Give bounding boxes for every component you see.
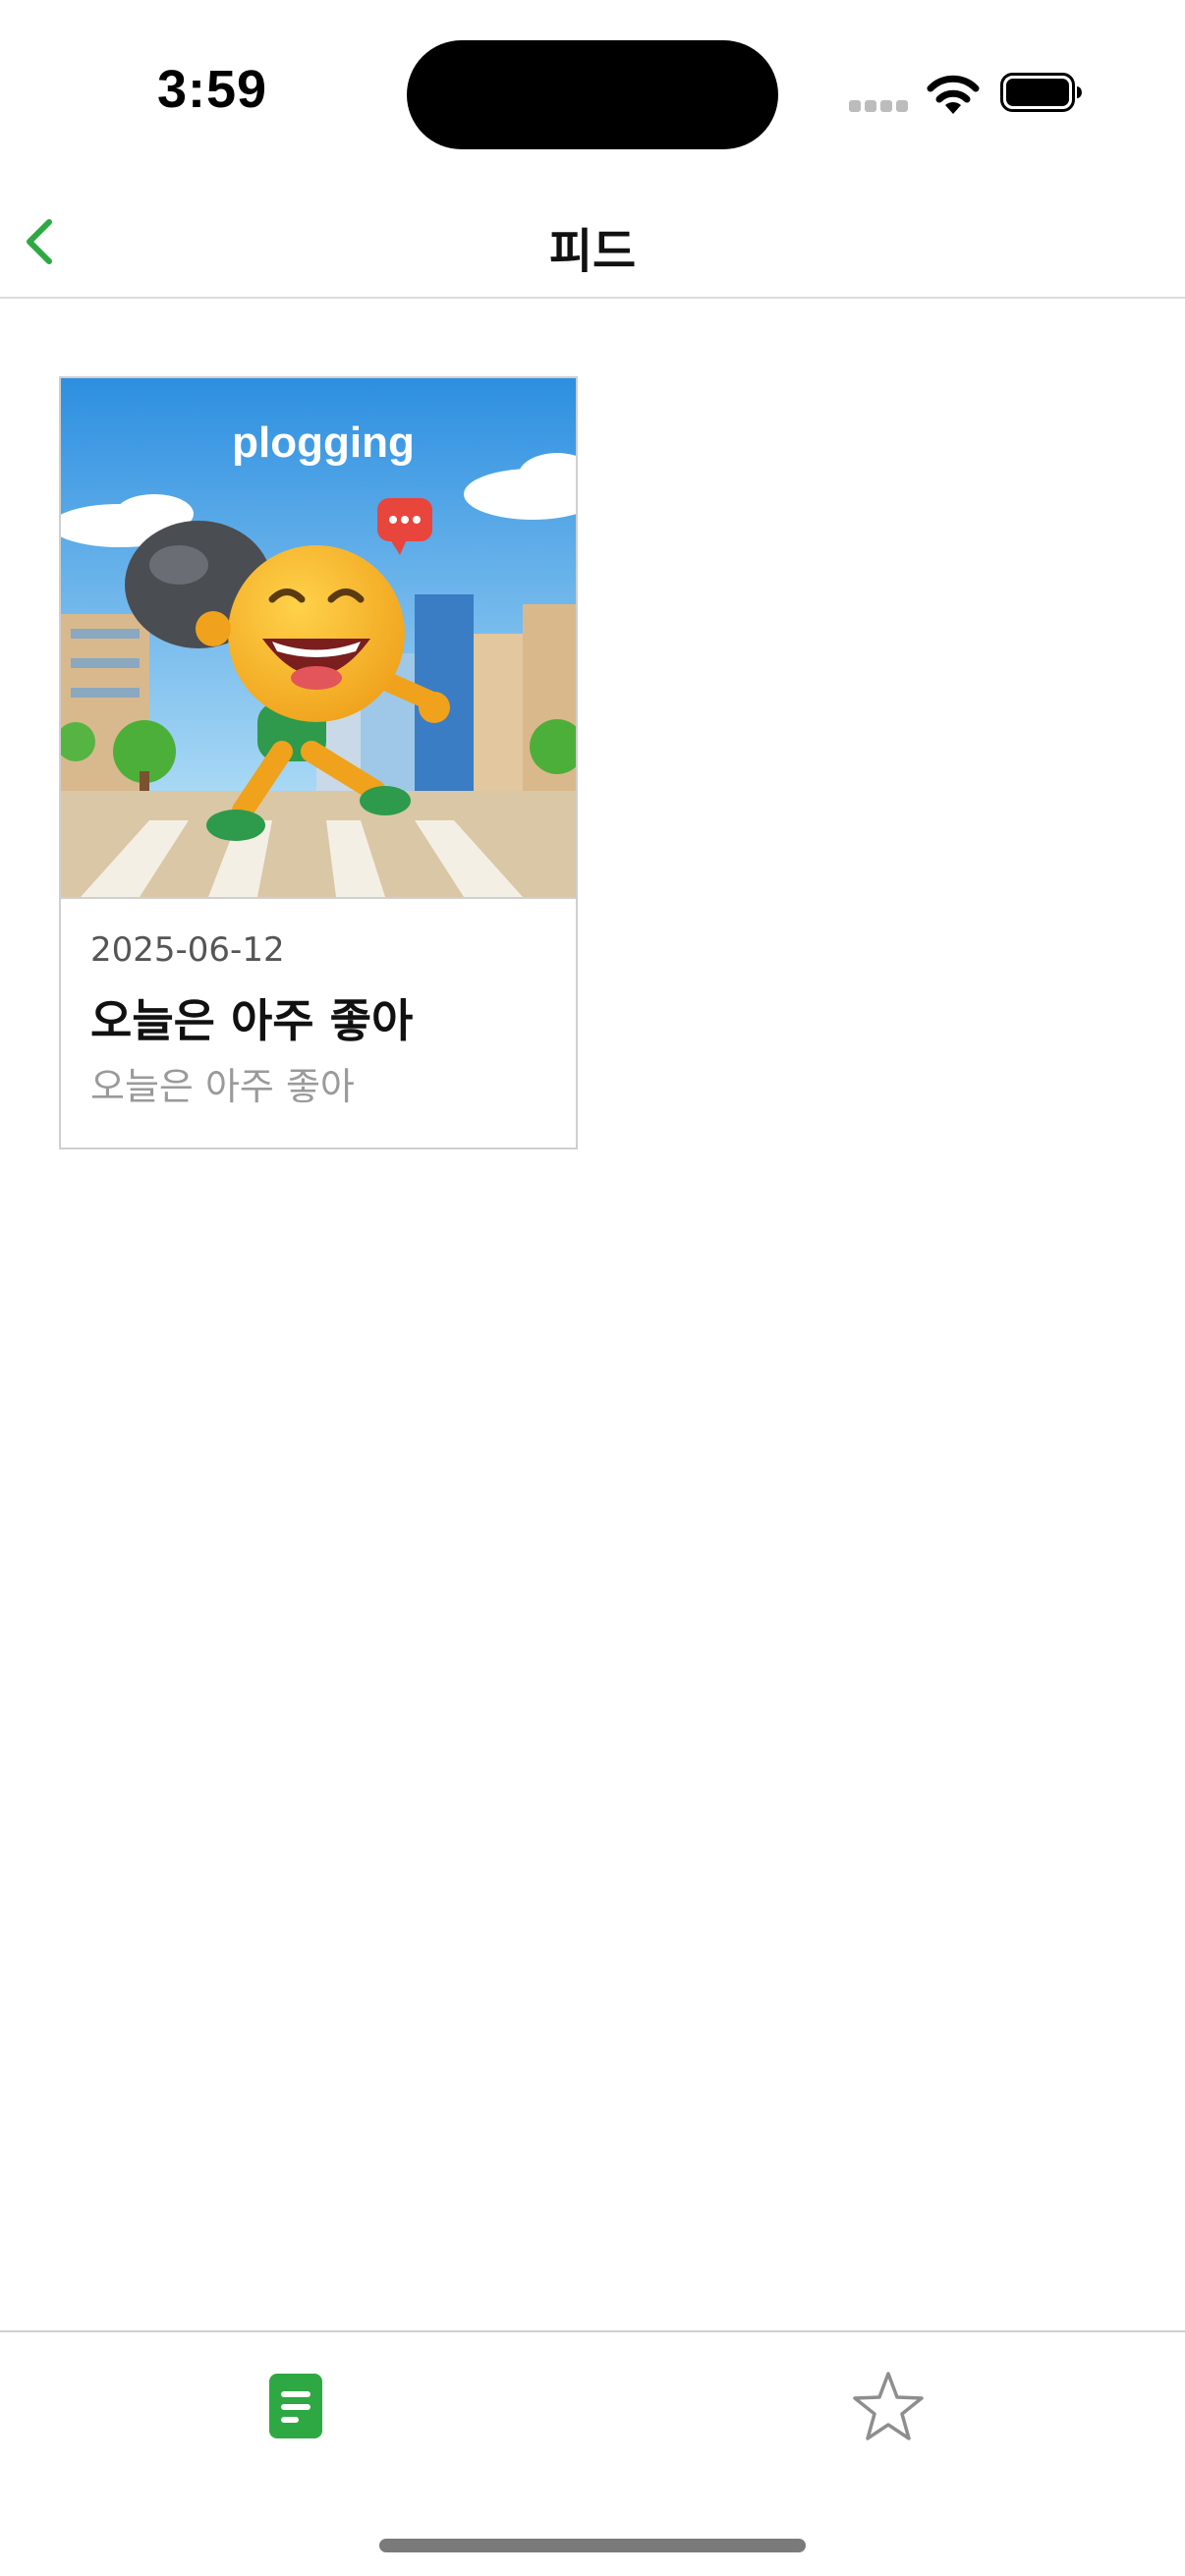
- feed-card-info: 2025-06-12 오늘은 아주 좋아 오늘은 아주 좋아: [61, 897, 576, 1148]
- feed-title: 오늘은 아주 좋아: [90, 994, 414, 1047]
- home-indicator[interactable]: [379, 2539, 806, 2552]
- tab-feed[interactable]: [228, 2352, 366, 2460]
- tab-favorites[interactable]: [819, 2352, 957, 2460]
- page-title: 피드: [548, 224, 637, 279]
- feed-body: 오늘은 아주 좋아: [90, 1065, 355, 1108]
- thumbnail-caption: plogging: [232, 419, 415, 467]
- star-icon: [853, 2372, 924, 2440]
- dynamic-island: [407, 40, 778, 149]
- feed-thumbnail-image: plogging: [61, 378, 576, 897]
- status-bar: 3:59: [0, 0, 1185, 187]
- cellular-signal-icon: [849, 100, 908, 114]
- battery-icon: [1000, 73, 1082, 112]
- document-icon: [269, 2374, 322, 2438]
- status-time: 3:59: [157, 60, 268, 119]
- navigation-bar: 피드: [0, 187, 1185, 299]
- feed-card[interactable]: plogging 2025-06-12 오늘은 아주 좋아 오늘은 아주 좋아: [59, 376, 578, 1149]
- feed-date: 2025-06-12: [90, 930, 285, 970]
- wifi-icon: [927, 75, 980, 114]
